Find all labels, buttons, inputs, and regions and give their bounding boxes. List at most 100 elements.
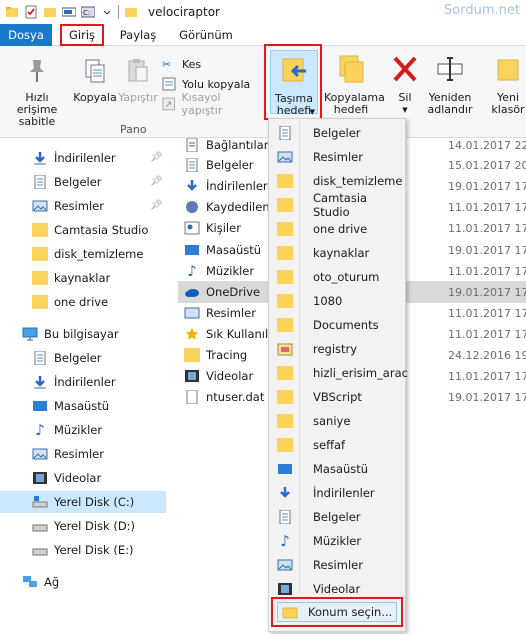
menu-item[interactable]: one drive: [269, 217, 405, 241]
document-icon: [186, 158, 198, 172]
copy-to-button[interactable]: Kopyalama hedefi: [324, 54, 385, 116]
window-title: velociraptor: [148, 5, 220, 19]
nav-item-label: İndirilenler: [54, 151, 116, 165]
tab-share[interactable]: Paylaş: [118, 24, 158, 46]
nav-item-one-drive[interactable]: one drive: [32, 291, 168, 313]
menu-item[interactable]: oto_oturum: [269, 265, 405, 289]
folder-icon: [277, 390, 293, 404]
nav-pc-disk-e[interactable]: Yerel Disk (E:): [32, 539, 168, 561]
nav-pc-disk-d[interactable]: Yerel Disk (D:): [32, 515, 168, 537]
folder-icon: [277, 438, 293, 452]
menu-item[interactable]: Camtasia Studio: [269, 191, 405, 219]
nav-pc-desktop[interactable]: Masaüstü: [32, 395, 168, 417]
file-date: 11.01.2017 17:1: [448, 306, 526, 320]
nav-item-label: Camtasia Studio: [54, 223, 149, 237]
menu-item-label: Videolar: [313, 582, 361, 596]
menu-item[interactable]: Resimler: [269, 553, 405, 577]
cut-button[interactable]: ✂ Kes: [162, 54, 262, 74]
menu-item[interactable]: Belgeler: [269, 505, 405, 529]
menu-item[interactable]: seffaf: [269, 433, 405, 457]
delete-button[interactable]: Sil ▼: [384, 54, 426, 116]
nav-pc-documents[interactable]: Belgeler: [32, 347, 168, 369]
menu-item[interactable]: kaynaklar: [269, 241, 405, 265]
favorites-icon: [186, 328, 198, 340]
nav-item-disk-temizleme[interactable]: disk_temizleme: [32, 243, 168, 265]
nav-pc-disk-c[interactable]: Yerel Disk (C:): [0, 491, 166, 513]
pin-icon[interactable]: 📌︎: [150, 152, 163, 163]
folder-icon: [6, 7, 18, 17]
file-date: 11.01.2017 17:1: [448, 264, 526, 278]
nav-pc-downloads[interactable]: İndirilenler: [32, 371, 168, 393]
menu-item[interactable]: Resimler: [269, 145, 405, 169]
folder-icon: [282, 607, 298, 619]
rename-icon[interactable]: [62, 5, 76, 19]
copy-button[interactable]: Kopyala: [72, 58, 118, 104]
menu-item[interactable]: registry: [269, 337, 405, 361]
pin-quick-access-button[interactable]: Hızlı erişime sabitle: [4, 58, 70, 128]
menu-item[interactable]: Masaüstü: [269, 457, 405, 481]
nav-item-pictures[interactable]: Resimler: [32, 195, 168, 217]
file-name: Videolar: [206, 369, 254, 383]
folder-icon: [125, 8, 137, 17]
paste-button[interactable]: Yapıştır: [116, 58, 160, 104]
menu-item[interactable]: Documents: [269, 313, 405, 337]
menu-item[interactable]: 1080: [269, 289, 405, 313]
paste-shortcut-button[interactable]: Kısayol yapıştır: [162, 91, 262, 117]
menu-item[interactable]: Belgeler: [269, 121, 405, 145]
menu-item[interactable]: hizli_erisim_arac: [269, 361, 408, 385]
menu-item-label: oto_oturum: [313, 270, 380, 284]
menu-item[interactable]: İndirilenler: [269, 481, 405, 505]
choose-location-item[interactable]: Konum seçin...: [271, 597, 403, 627]
nav-this-pc[interactable]: Bu bilgisayar: [22, 323, 158, 345]
pin-quick-access-label: Hızlı erişime sabitle: [16, 91, 58, 128]
menu-item[interactable]: ♪ Müzikler: [269, 529, 405, 553]
music-note-icon: ♪: [35, 421, 45, 439]
new-folder-icon: [497, 59, 519, 81]
menu-item[interactable]: disk_temizleme: [269, 169, 405, 193]
pin-icon[interactable]: 📌︎: [150, 200, 163, 211]
menu-item[interactable]: VBScript: [269, 385, 405, 409]
nav-item-kaynaklar[interactable]: kaynaklar: [32, 267, 168, 289]
rename-button[interactable]: Yeniden adlandır: [426, 54, 474, 116]
nav-network[interactable]: Ağ: [22, 571, 158, 593]
copy-to-label: Kopyalama hedefi: [324, 91, 385, 116]
nav-item-label: Belgeler: [54, 175, 102, 189]
tab-home[interactable]: Giriş: [60, 24, 104, 46]
nav-item-downloads[interactable]: İndirilenler: [32, 147, 168, 169]
scissors-icon: ✂: [162, 57, 172, 71]
pin-icon: [30, 60, 44, 82]
file-name: Kişiler: [206, 221, 241, 235]
tab-file[interactable]: Dosya: [0, 24, 52, 46]
tab-view[interactable]: Görünüm: [178, 24, 234, 46]
new-folder-icon[interactable]: [43, 5, 57, 19]
menu-item[interactable]: saniye: [269, 409, 405, 433]
document-icon: [34, 175, 46, 189]
nav-item-label: one drive: [54, 295, 109, 309]
paste-shortcut-label: Kısayol yapıştır: [181, 91, 223, 117]
properties-icon[interactable]: [24, 5, 38, 19]
nav-pc-music[interactable]: ♪ Müzikler: [32, 419, 168, 441]
nav-item-label: İndirilenler: [54, 375, 116, 389]
divider: [118, 5, 119, 19]
desktop-icon: [185, 245, 199, 255]
download-arrow-icon: [187, 180, 197, 191]
watermark: Sordum.net: [444, 3, 520, 18]
chevron-down-icon[interactable]: [100, 5, 114, 19]
file-date: 19.01.2017 17:1: [448, 179, 526, 193]
nav-item-camtasia[interactable]: Camtasia Studio: [32, 219, 168, 241]
new-folder-button[interactable]: Yeni klasör: [488, 54, 526, 116]
nav-pc-pictures[interactable]: Resimler: [32, 443, 168, 465]
file-icon: [186, 390, 198, 404]
pin-icon[interactable]: 📌︎: [150, 176, 163, 187]
file-date: 11.01.2017 17:1: [448, 369, 526, 383]
nav-item-documents[interactable]: Belgeler: [32, 171, 168, 193]
folder-icon: [277, 270, 293, 284]
pictures-icon: [32, 448, 48, 460]
list-view-icon[interactable]: C:: [81, 5, 95, 19]
menu-item-label: Müzikler: [313, 534, 362, 548]
nav-pc-videos[interactable]: Videolar: [32, 467, 168, 489]
folder-icon: [277, 222, 293, 236]
copy-path-icon: [162, 77, 176, 91]
file-name: Bağlantılar: [206, 138, 269, 152]
nav-item-label: Belgeler: [54, 351, 102, 365]
